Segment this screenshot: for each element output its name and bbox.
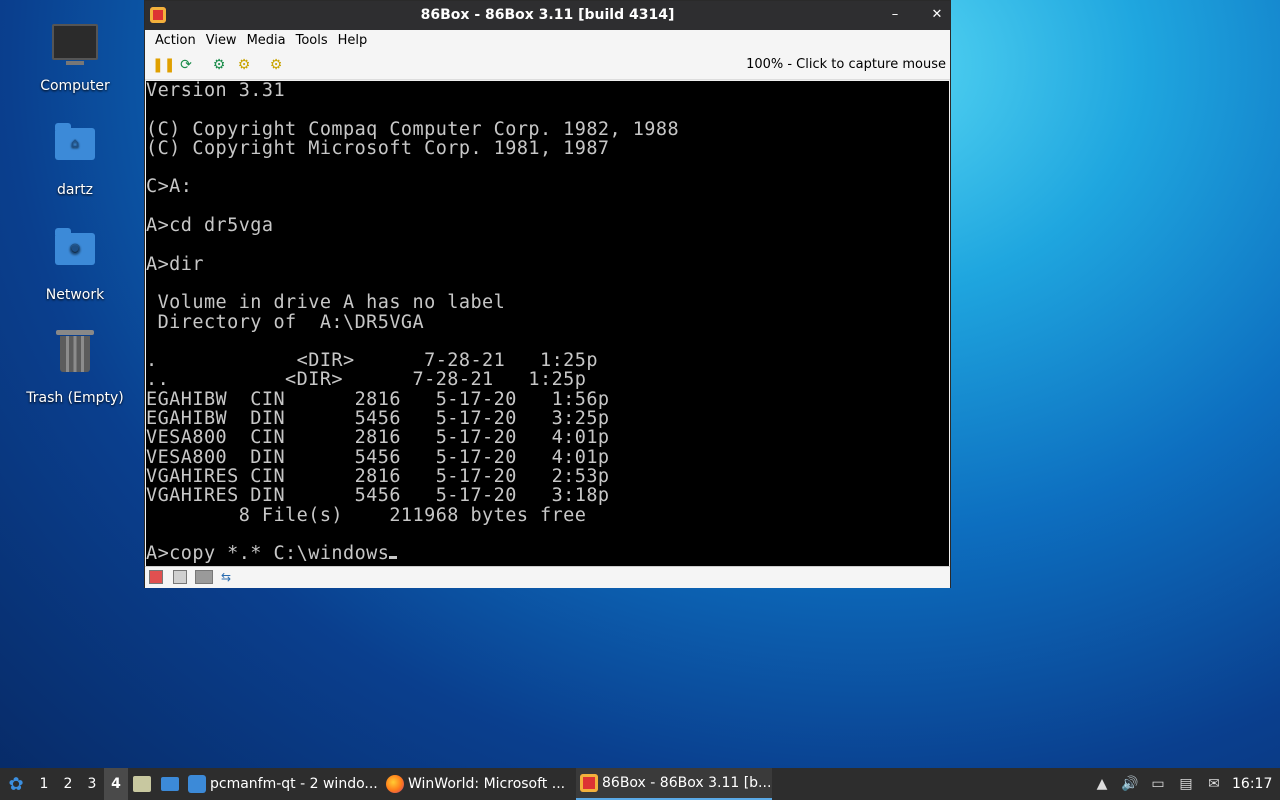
workspace-3[interactable]: 3 <box>80 768 104 800</box>
firefox-icon <box>386 775 404 793</box>
menu-help[interactable]: Help <box>333 33 373 48</box>
console-line: A>dir <box>146 253 204 275</box>
86box-icon <box>580 774 598 792</box>
task-label: WinWorld: Microsoft ... <box>408 776 566 792</box>
system-tray: ▲ 🔊 ▭ ▤ ✉ 16:17 <box>1092 768 1280 800</box>
computer-icon <box>51 24 99 72</box>
file-manager-launcher-icon[interactable] <box>156 768 184 800</box>
close-button[interactable]: ✕ <box>928 6 946 24</box>
desktop-icon-computer[interactable]: Computer <box>20 18 130 94</box>
menu-media[interactable]: Media <box>242 33 291 48</box>
workspace-4[interactable]: 4 <box>104 768 128 800</box>
window-titlebar[interactable]: 86Box - 86Box 3.11 [build 4314] – ✕ <box>145 1 950 30</box>
settings-icon[interactable]: ⚙ <box>267 56 285 74</box>
console-prompt-line: A>copy *.* C:\windows <box>146 543 390 565</box>
emulator-window: 86Box - 86Box 3.11 [build 4314] – ✕ Acti… <box>144 0 951 588</box>
console-line: Directory of A:\DR5VGA <box>157 311 425 333</box>
workspace-1[interactable]: 1 <box>32 768 56 800</box>
clipboard-icon[interactable]: ▤ <box>1176 775 1196 793</box>
mouse-capture-status: 100% - Click to capture mouse <box>746 57 946 72</box>
minimize-button[interactable]: – <box>886 6 904 24</box>
media-statusbar: ⇆ <box>145 566 950 588</box>
task-firefox[interactable]: WinWorld: Microsoft ... <box>382 768 576 800</box>
desktop-icon-label: Trash (Empty) <box>26 390 124 406</box>
emulated-screen[interactable]: Version 3.31 (C) Copyright Compaq Comput… <box>146 81 949 566</box>
console-line: A>cd dr5vga <box>146 215 274 237</box>
console-line: EGAHIBW CIN 2816 5-17-20 1:56p <box>146 388 610 410</box>
console-line: .. <DIR> 7-28-21 1:25p <box>146 369 587 391</box>
console-line: Volume in drive A has no label <box>157 292 506 314</box>
console-line: (C) Copyright Microsoft Corp. 1981, 1987 <box>146 137 610 159</box>
workspace-2[interactable]: 2 <box>56 768 80 800</box>
cdrom-icon[interactable] <box>195 570 213 584</box>
menu-tools[interactable]: Tools <box>291 33 333 48</box>
toolbar: ❚❚ ⟳ ⚙ ⚙ ⚙ 100% - Click to capture mouse <box>145 51 950 80</box>
console-line: VESA800 DIN 5456 5-17-20 4:01p <box>146 446 610 468</box>
console-line: . <DIR> 7-28-21 1:25p <box>146 350 598 372</box>
reset-icon[interactable]: ⟳ <box>177 56 195 74</box>
network-folder-icon: ◉ <box>51 228 99 281</box>
window-title: 86Box - 86Box 3.11 [build 4314] <box>420 7 675 23</box>
task-pcmanfm[interactable]: pcmanfm-qt - 2 windo... <box>184 768 382 800</box>
console-line: VGAHIRES CIN 2816 5-17-20 2:53p <box>146 465 610 487</box>
taskbar: ✿ 1 2 3 4 pcmanfm-qt - 2 windo... WinWor… <box>0 768 1280 800</box>
pause-icon[interactable]: ❚❚ <box>152 56 175 74</box>
console-line: C>A: <box>146 176 193 198</box>
tray-arrow-icon[interactable]: ▲ <box>1092 775 1112 793</box>
console-line: 8 File(s) 211968 bytes free <box>238 504 587 526</box>
clock[interactable]: 16:17 <box>1232 775 1272 793</box>
desktop-icon-network[interactable]: ◉ Network <box>20 225 130 303</box>
notification-icon[interactable]: ✉ <box>1204 775 1224 793</box>
home-folder-icon: ⌂ <box>51 123 99 176</box>
display-icon[interactable]: ▭ <box>1148 775 1168 793</box>
hard-disk-icon[interactable] <box>149 570 163 584</box>
ctrl-alt-del-icon[interactable]: ⚙ <box>210 56 228 74</box>
task-label: pcmanfm-qt - 2 windo... <box>210 776 378 792</box>
show-desktop-icon[interactable] <box>128 768 156 800</box>
ctrl-alt-esc-icon[interactable]: ⚙ <box>235 56 253 74</box>
desktop-icon-home-folder[interactable]: ⌂ dartz <box>20 120 130 198</box>
task-label: 86Box - 86Box 3.11 [b... <box>602 775 772 791</box>
console-line: VGAHIRES DIN 5456 5-17-20 3:18p <box>146 485 610 507</box>
console-line: VESA800 CIN 2816 5-17-20 4:01p <box>146 427 610 449</box>
desktop-icon-label: dartz <box>56 182 94 198</box>
desktop-icon-label: Network <box>45 287 105 303</box>
trash-icon <box>51 330 99 384</box>
text-cursor <box>389 556 398 560</box>
console-line: (C) Copyright Compaq Computer Corp. 1982… <box>146 118 680 140</box>
console-line: EGAHIBW DIN 5456 5-17-20 3:25p <box>146 408 610 430</box>
console-line: Version 3.31 <box>146 81 286 101</box>
menu-view[interactable]: View <box>201 33 242 48</box>
task-86box[interactable]: 86Box - 86Box 3.11 [b... <box>576 768 772 800</box>
floppy-icon[interactable] <box>173 570 187 584</box>
start-menu-icon[interactable]: ✿ <box>0 768 32 800</box>
dos-console: Version 3.31 (C) Copyright Compaq Comput… <box>146 81 949 563</box>
menu-action[interactable]: Action <box>150 33 201 48</box>
network-activity-icon[interactable]: ⇆ <box>221 570 235 584</box>
menubar: Action View Media Tools Help <box>145 30 950 51</box>
desktop-icon-trash[interactable]: Trash (Empty) <box>20 330 130 406</box>
folder-icon <box>188 775 206 793</box>
desktop-icon-label: Computer <box>40 78 110 94</box>
volume-icon[interactable]: 🔊 <box>1120 775 1140 793</box>
